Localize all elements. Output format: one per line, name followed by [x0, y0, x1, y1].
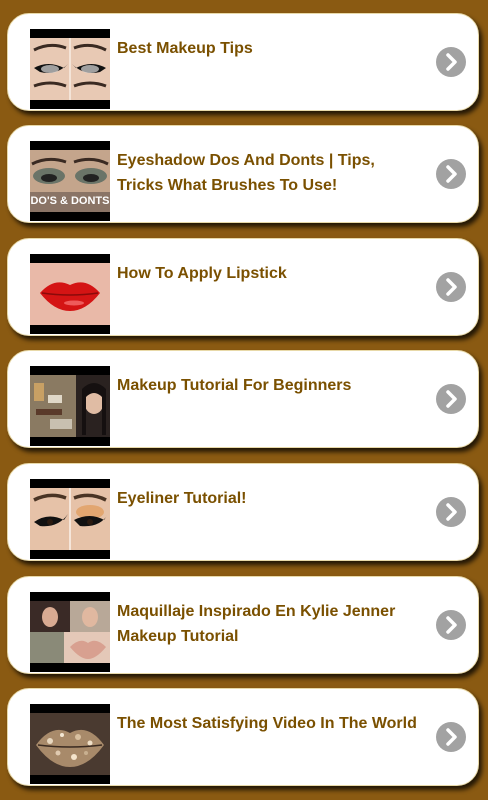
kylie-lips-collage-image	[30, 601, 110, 663]
chevron-right-icon[interactable]	[436, 159, 466, 189]
item-title: Eyeshadow Dos And Donts | Tips, Tricks W…	[117, 152, 375, 194]
eyeshadow-eyes-image: DO'S & DONTS	[30, 150, 110, 212]
thumbnail: DO'S & DONTS	[30, 141, 110, 221]
chevron-right-icon[interactable]	[436, 384, 466, 414]
chevron-right-icon[interactable]	[436, 47, 466, 77]
list-item[interactable]: Best Makeup Tips	[7, 13, 479, 111]
thumbnail	[30, 366, 110, 446]
item-title: How To Apply Lipstick	[117, 265, 287, 282]
thumbnail	[30, 254, 110, 334]
item-title: Makeup Tutorial For Beginners	[117, 377, 352, 394]
list-item[interactable]: Makeup Tutorial For Beginners	[7, 350, 479, 448]
chevron-right-icon[interactable]	[436, 497, 466, 527]
thumbnail	[30, 704, 110, 784]
list-item[interactable]: The Most Satisfying Video In The World	[7, 688, 479, 786]
list-item[interactable]: DO'S & DONTS Eyeshadow Dos And Donts | T…	[7, 125, 479, 223]
chevron-right-icon[interactable]	[436, 272, 466, 302]
glitter-lips-image	[30, 713, 110, 775]
makeup-products-image	[30, 375, 110, 437]
thumbnail	[30, 479, 110, 559]
eyeliner-eyes-image	[30, 38, 110, 100]
list-item[interactable]: Eyeliner Tutorial!	[7, 463, 479, 561]
chevron-right-icon[interactable]	[436, 722, 466, 752]
thumbnail-caption: DO'S & DONTS	[30, 195, 110, 207]
item-title: Best Makeup Tips	[117, 40, 253, 57]
item-title: The Most Satisfying Video In The World	[117, 715, 417, 732]
item-title: Eyeliner Tutorial!	[117, 490, 247, 507]
thumbnail	[30, 29, 110, 109]
chevron-right-icon[interactable]	[436, 610, 466, 640]
item-title: Maquillaje Inspirado En Kylie Jenner Mak…	[117, 603, 396, 645]
list-item[interactable]: How To Apply Lipstick	[7, 238, 479, 336]
thumbnail	[30, 592, 110, 672]
list-item[interactable]: Maquillaje Inspirado En Kylie Jenner Mak…	[7, 576, 479, 674]
winged-eyeliner-image	[30, 488, 110, 550]
red-lips-image	[30, 263, 110, 325]
